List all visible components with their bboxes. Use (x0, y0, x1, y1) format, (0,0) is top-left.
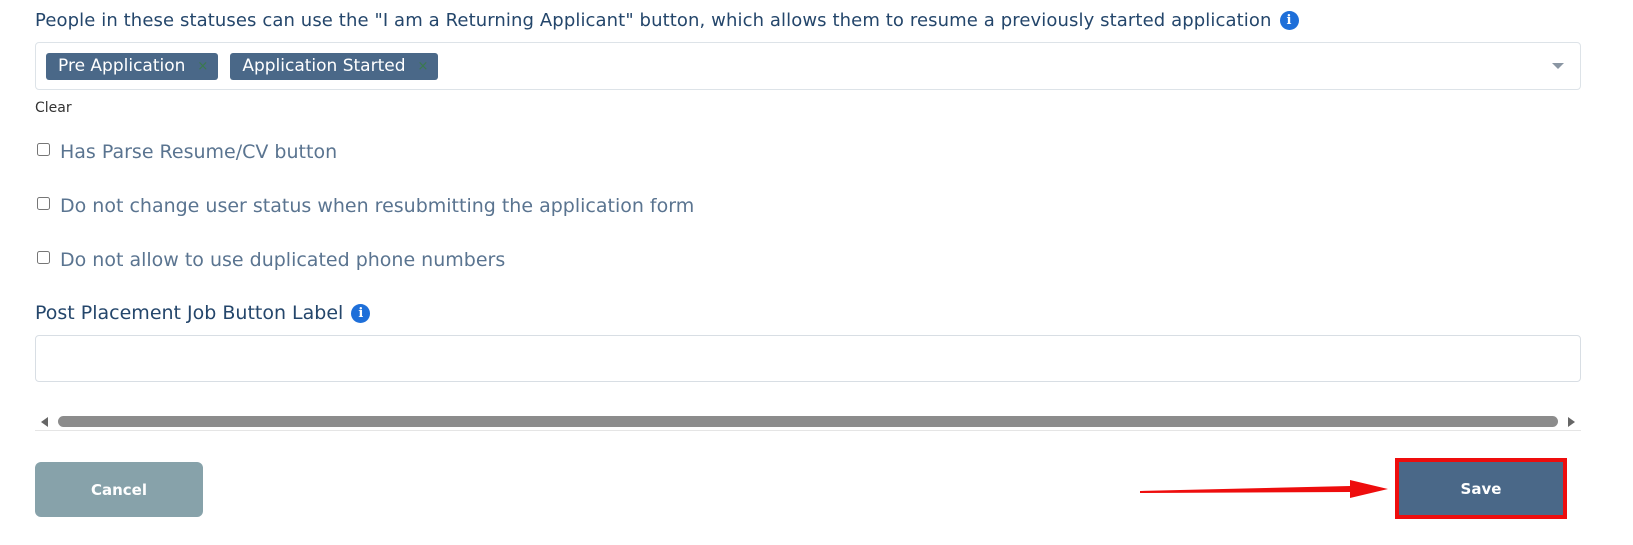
remove-tag-icon[interactable]: × (418, 59, 429, 74)
remove-tag-icon[interactable]: × (197, 59, 208, 74)
returning-applicant-label: People in these statuses can use the "I … (35, 10, 1272, 31)
option-label: Has Parse Resume/CV button (60, 141, 338, 163)
post-placement-label-row: Post Placement Job Button Label i (35, 302, 371, 324)
tag-label: Pre Application (58, 56, 186, 76)
tag-application-started: Application Started × (230, 52, 439, 80)
arrow-left-icon[interactable] (41, 417, 48, 427)
clear-link[interactable]: Clear (35, 100, 72, 116)
tag-label: Application Started (242, 56, 406, 76)
option-label: Do not allow to use duplicated phone num… (60, 249, 506, 271)
horizontal-scrollbar[interactable] (35, 413, 1581, 431)
keep-status-checkbox[interactable] (37, 196, 50, 210)
option-label: Do not change user status when resubmitt… (60, 195, 695, 217)
cancel-button[interactable]: Cancel (35, 462, 203, 517)
option-no-duplicate-phones[interactable]: Do not allow to use duplicated phone num… (35, 249, 505, 271)
option-keep-user-status[interactable]: Do not change user status when resubmitt… (35, 195, 694, 217)
status-multiselect[interactable]: Pre Application × Application Started × (35, 42, 1581, 90)
option-parse-resume[interactable]: Has Parse Resume/CV button (35, 141, 337, 163)
parse-resume-checkbox[interactable] (37, 142, 50, 156)
save-button[interactable]: Save (1399, 462, 1563, 515)
tag-pre-application: Pre Application × (46, 52, 219, 80)
no-duplicate-phones-checkbox[interactable] (37, 250, 50, 264)
info-icon[interactable]: i (351, 303, 371, 323)
info-icon[interactable]: i (1279, 11, 1299, 30)
returning-applicant-label-row: People in these statuses can use the "I … (35, 10, 1299, 31)
post-placement-label: Post Placement Job Button Label (35, 302, 344, 324)
chevron-down-icon[interactable] (1552, 63, 1564, 69)
red-arrow-icon (1140, 480, 1388, 498)
scrollbar-thumb[interactable] (58, 416, 1558, 427)
post-placement-input[interactable] (35, 335, 1581, 382)
arrow-right-icon[interactable] (1568, 417, 1575, 427)
